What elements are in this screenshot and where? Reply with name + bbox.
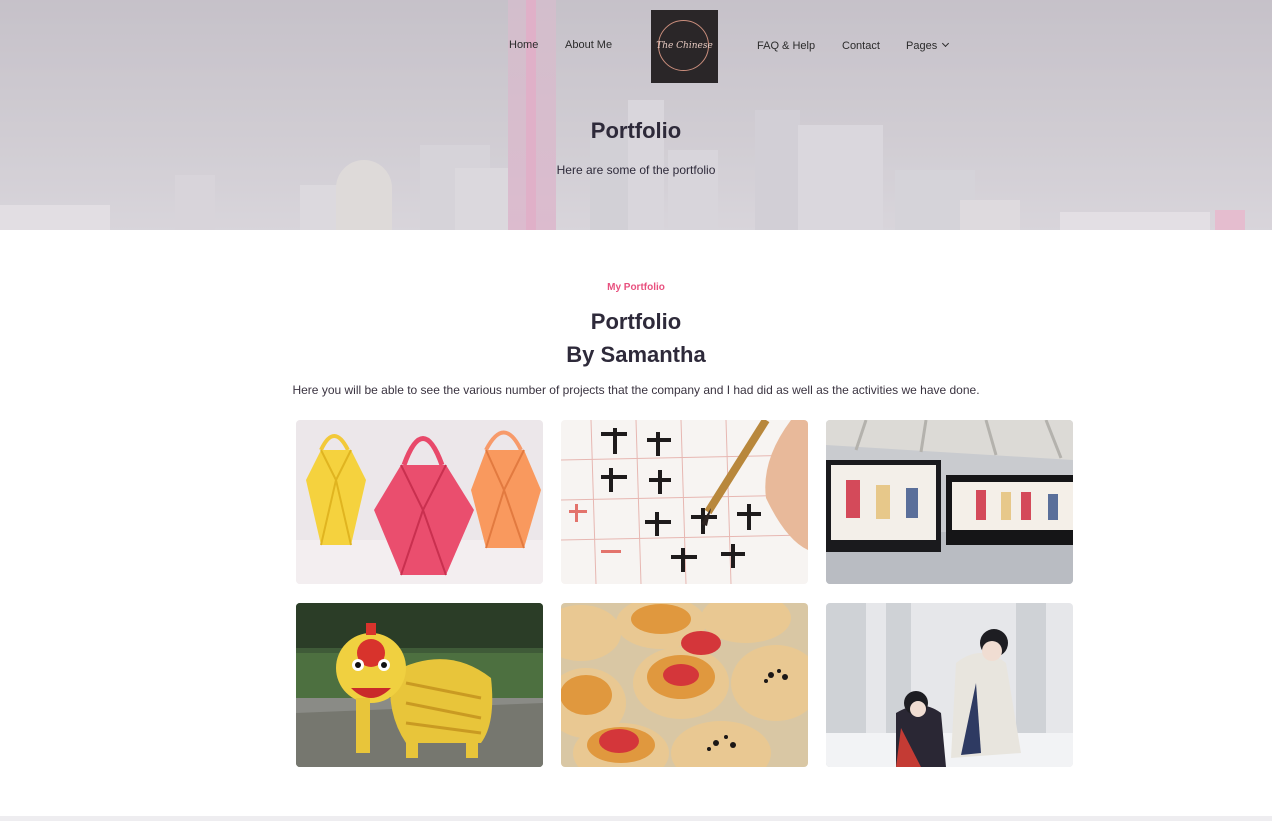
site-logo[interactable]: The Chinese [651,10,718,83]
portfolio-image-pastries[interactable] [561,603,808,767]
hero-title: Portfolio [590,118,682,143]
section-title: Portfolio By Samantha [0,305,1272,371]
section-kicker: My Portfolio [607,282,665,293]
hanfu-couple-picture [826,603,1073,767]
nav-link-faq-help[interactable]: FAQ & Help [757,40,815,52]
section-description: Here you will be able to see the various… [292,383,980,397]
portfolio-image-calligraphy[interactable] [561,420,808,584]
nav-link-contact[interactable]: Contact [842,40,880,52]
section-title-line-1: Portfolio [590,309,682,334]
portfolio-image-museum-exhibit[interactable] [826,420,1073,584]
section-title-line-2: By Samantha [566,342,706,367]
hero-subtitle: Here are some of the portfolio [556,163,716,177]
chevron-down-icon [942,39,950,48]
nav-link-pages[interactable]: Pages [906,39,950,52]
hero-banner: Home About Me The Chinese FAQ & Help Con… [0,0,1272,230]
portfolio-image-hanfu-couple[interactable] [826,603,1073,767]
logo-text: The Chinese [656,41,713,51]
lion-dance-picture [296,603,543,767]
portfolio-image-paper-lanterns[interactable] [296,420,543,584]
museum-exhibit-picture [826,420,1073,584]
calligraphy-picture [561,420,808,584]
nav-link-pages-label: Pages [906,40,938,52]
pastries-picture [561,603,808,767]
page-bottom-divider [0,816,1272,821]
nav-link-home[interactable]: Home [509,39,538,51]
paper-lanterns-picture [296,420,543,584]
nav-link-about-me[interactable]: About Me [565,39,612,51]
portfolio-image-lion-dance[interactable] [296,603,543,767]
